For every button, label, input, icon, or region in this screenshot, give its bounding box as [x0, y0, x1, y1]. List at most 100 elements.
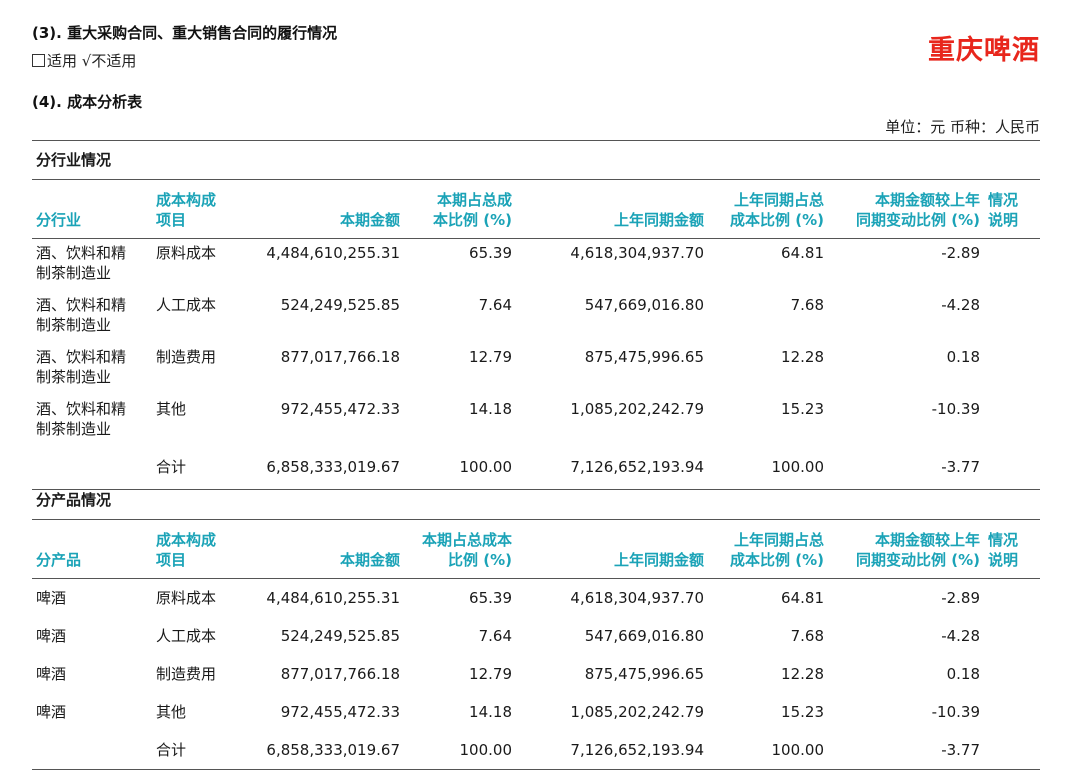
- cost-item-cell: 其他: [156, 400, 187, 418]
- current-pct-cell: 12.79: [469, 348, 512, 366]
- table-row: 啤酒 人工成本 524,249,525.85 7.64 547,669,016.…: [32, 617, 1040, 655]
- header-cost-item: 成本构成 项目: [156, 191, 217, 229]
- table-row: 酒、饮料和精 制茶制造业 原料成本 4,484,610,255.31 65.39 …: [32, 239, 1040, 291]
- header-prior-amount: 上年同期金额: [613, 551, 704, 569]
- cost-item-cell: 人工成本: [156, 627, 217, 645]
- change-pct-cell: 0.18: [946, 348, 980, 366]
- applicability-line: 适用 √不适用: [32, 50, 136, 71]
- section-3-title: (3). 重大采购合同、重大销售合同的履行情况: [32, 24, 338, 42]
- cost-item-cell: 原料成本: [156, 244, 217, 262]
- current-amount-cell: 877,017,766.18: [280, 665, 400, 683]
- current-pct-cell: 14.18: [469, 703, 512, 721]
- segment-cell: 啤酒: [36, 703, 67, 721]
- change-pct-cell: -10.39: [931, 703, 980, 721]
- header-prior-amount: 上年同期金额: [613, 211, 704, 229]
- product-cost-table: 分产品情况 分产品 成本构成 项目 本期金额 本期占总成本 比例 (%) 上年同期金…: [32, 481, 1040, 770]
- industry-table-title: 分行业情况: [32, 140, 1040, 180]
- prior-amount-cell: 4,618,304,937.70: [570, 589, 704, 607]
- current-amount-cell: 6,858,333,019.67: [266, 458, 400, 476]
- segment-cell: 啤酒: [36, 665, 67, 683]
- table-row: 啤酒 制造费用 877,017,766.18 12.79 875,475,996…: [32, 655, 1040, 693]
- prior-amount-cell: 1,085,202,242.79: [570, 703, 704, 721]
- header-prior-pct: 上年同期占总 成本比例 (%): [730, 531, 824, 569]
- segment-cell: 啤酒: [36, 589, 67, 607]
- current-amount-cell: 4,484,610,255.31: [266, 589, 400, 607]
- table-row: 啤酒 原料成本 4,484,610,255.31 65.39 4,618,304…: [32, 579, 1040, 617]
- segment-cell: 酒、饮料和精 制茶制造业: [36, 296, 127, 334]
- current-amount-cell: 524,249,525.85: [280, 296, 400, 314]
- prior-pct-cell: 12.28: [781, 665, 824, 683]
- cost-item-cell: 制造费用: [156, 665, 217, 683]
- prior-amount-cell: 547,669,016.80: [584, 296, 704, 314]
- cost-item-cell: 原料成本: [156, 589, 217, 607]
- current-pct-cell: 12.79: [469, 665, 512, 683]
- current-pct-cell: 65.39: [469, 589, 512, 607]
- not-applicable-label: 不适用: [91, 52, 137, 70]
- prior-pct-cell: 15.23: [781, 400, 824, 418]
- change-pct-cell: -3.77: [941, 458, 980, 476]
- checkbox-icon: [32, 54, 45, 67]
- table-row: 啤酒 其他 972,455,472.33 14.18 1,085,202,242…: [32, 693, 1040, 731]
- header-segment: 分产品: [36, 551, 82, 569]
- header-change-pct: 本期金额较上年 同期变动比例 (%): [856, 191, 980, 229]
- current-pct-cell: 14.18: [469, 400, 512, 418]
- header-current-pct: 本期占总成本比例 (%): [421, 531, 512, 569]
- section-4-title: (4). 成本分析表: [32, 93, 143, 111]
- cost-item-cell: 人工成本: [156, 296, 217, 314]
- prior-pct-cell: 7.68: [790, 627, 824, 645]
- header-change-pct: 本期金额较上年 同期变动比例 (%): [856, 531, 980, 569]
- prior-amount-cell: 7,126,652,193.94: [570, 741, 704, 759]
- unit-currency-note: 单位：元 币种：人民币: [885, 118, 1040, 136]
- prior-pct-cell: 100.00: [771, 741, 825, 759]
- segment-cell: 啤酒: [36, 627, 67, 645]
- header-notes: 情况 说明: [988, 531, 1019, 569]
- header-current-amount: 本期金额: [339, 551, 400, 569]
- cost-item-cell: 合计: [156, 741, 187, 759]
- current-amount-cell: 6,858,333,019.67: [266, 741, 400, 759]
- header-segment: 分行业: [36, 211, 82, 229]
- header-current-pct: 本期占总成本比例 (%): [433, 191, 512, 229]
- change-pct-cell: -4.28: [941, 627, 980, 645]
- current-pct-cell: 100.00: [459, 458, 513, 476]
- product-table-title: 分产品情况: [32, 481, 1040, 520]
- change-pct-cell: -3.77: [941, 741, 980, 759]
- change-pct-cell: -4.28: [941, 296, 980, 314]
- segment-cell: 酒、饮料和精 制茶制造业: [36, 244, 127, 282]
- table-row: 酒、饮料和精 制茶制造业 制造费用 877,017,766.18 12.79 87…: [32, 343, 1040, 395]
- header-cost-item: 成本构成 项目: [156, 531, 217, 569]
- prior-amount-cell: 4,618,304,937.70: [570, 244, 704, 262]
- industry-table-header: 分行业 成本构成 项目 本期金额 本期占总成 本比例 (%) 上年同期金额 上年同期…: [32, 180, 1040, 239]
- cost-item-cell: 合计: [156, 458, 187, 476]
- current-pct-cell: 7.64: [478, 627, 512, 645]
- cost-item-cell: 制造费用: [156, 348, 217, 366]
- prior-pct-cell: 64.81: [781, 589, 824, 607]
- industry-cost-table: 分行业情况 分行业 成本构成 项目 本期金额 本期占总成 本比例 (%) 上年同期金…: [32, 140, 1040, 490]
- brand-logo: 重庆啤酒: [928, 35, 1040, 66]
- current-amount-cell: 4,484,610,255.31: [266, 244, 400, 262]
- current-amount-cell: 972,455,472.33: [280, 400, 400, 418]
- current-pct-cell: 65.39: [469, 244, 512, 262]
- header-prior-pct: 上年同期占总 成本比例 (%): [730, 191, 824, 229]
- current-amount-cell: 972,455,472.33: [280, 703, 400, 721]
- prior-amount-cell: 875,475,996.65: [584, 665, 704, 683]
- prior-pct-cell: 12.28: [781, 348, 824, 366]
- segment-cell: 酒、饮料和精 制茶制造业: [36, 400, 127, 438]
- change-pct-cell: -2.89: [941, 589, 980, 607]
- prior-pct-cell: 7.68: [790, 296, 824, 314]
- prior-amount-cell: 1,085,202,242.79: [570, 400, 704, 418]
- table-row: 酒、饮料和精 制茶制造业 其他 972,455,472.33 14.18 1,08…: [32, 395, 1040, 447]
- applicable-label: 适用: [47, 52, 78, 70]
- prior-amount-cell: 547,669,016.80: [584, 627, 704, 645]
- prior-amount-cell: 7,126,652,193.94: [570, 458, 704, 476]
- change-pct-cell: -10.39: [931, 400, 980, 418]
- prior-pct-cell: 15.23: [781, 703, 824, 721]
- header-notes: 情况 说明: [988, 191, 1019, 229]
- prior-pct-cell: 64.81: [781, 244, 824, 262]
- checkmark-icon: √: [81, 52, 92, 70]
- header-current-amount: 本期金额: [339, 211, 400, 229]
- prior-amount-cell: 875,475,996.65: [584, 348, 704, 366]
- change-pct-cell: -2.89: [941, 244, 980, 262]
- change-pct-cell: 0.18: [946, 665, 980, 683]
- product-table-header: 分产品 成本构成 项目 本期金额 本期占总成本 比例 (%) 上年同期金额 上年同期…: [32, 520, 1040, 579]
- current-amount-cell: 524,249,525.85: [280, 627, 400, 645]
